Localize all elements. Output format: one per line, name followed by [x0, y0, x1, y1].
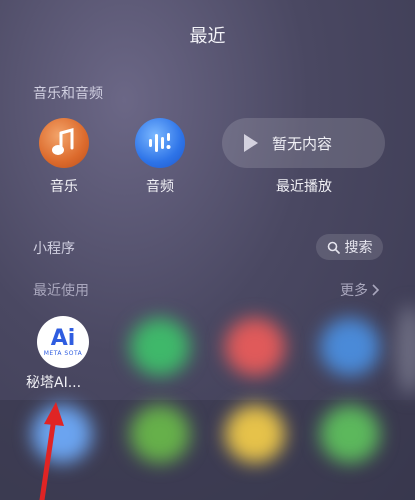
play-icon: [244, 134, 258, 152]
metaso-mini-app-icon[interactable]: Ai META SOTA: [37, 316, 89, 368]
blurred-app-icon: [395, 305, 415, 395]
annotation-arrow-icon: [39, 402, 64, 500]
music-button[interactable]: [39, 118, 89, 168]
recent-play-button[interactable]: 暂无内容: [222, 118, 385, 168]
search-icon: [327, 241, 340, 254]
music-audio-section-title: 音乐和音频: [33, 86, 103, 102]
recently-used-title: 最近使用: [33, 283, 89, 299]
recent-play-label: 最近播放: [276, 179, 332, 195]
blurred-app-icon[interactable]: [225, 318, 285, 376]
mini-program-search-button[interactable]: 搜索: [316, 234, 383, 260]
metaso-logo-text: META SOTA: [43, 349, 83, 357]
audio-waveform-icon: [135, 118, 185, 168]
page-title: 最近: [189, 26, 226, 47]
more-label: 更多: [340, 283, 368, 299]
search-label: 搜索: [344, 240, 373, 256]
music-note-icon: [39, 118, 89, 168]
more-button[interactable]: 更多: [340, 280, 380, 300]
audio-label: 音频: [146, 179, 174, 195]
no-content-text: 暂无内容: [272, 134, 333, 153]
blurred-app-icon[interactable]: [130, 405, 190, 463]
blurred-app-icon[interactable]: [320, 405, 380, 463]
audio-button[interactable]: [135, 118, 185, 168]
blurred-app-icon[interactable]: [320, 318, 380, 376]
blurred-app-icon[interactable]: [225, 405, 285, 463]
music-label: 音乐: [50, 179, 78, 195]
blurred-app-icon[interactable]: [130, 318, 190, 376]
metaso-logo: Ai: [50, 325, 76, 351]
chevron-right-icon: [372, 284, 380, 296]
mini-program-section-title: 小程序: [33, 241, 75, 257]
metaso-mini-app-label: 秘塔AI...: [26, 375, 82, 391]
